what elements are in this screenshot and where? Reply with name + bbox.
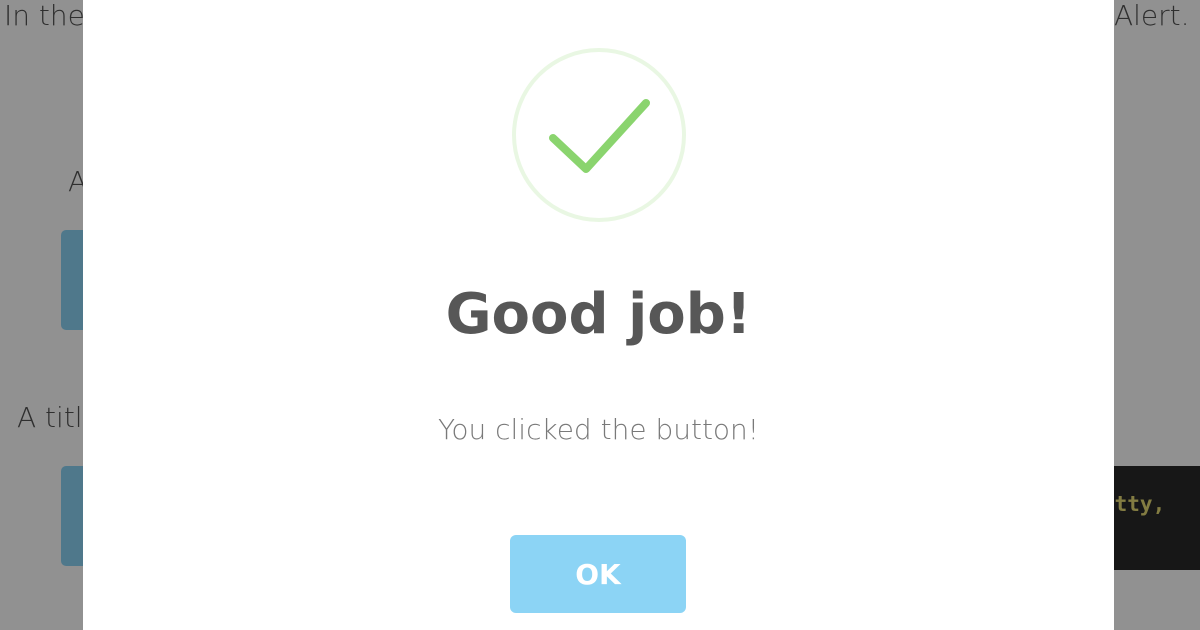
modal-message: You clicked the button! (437, 413, 760, 446)
page: In the Alert. A A title etty, Good job! … (0, 0, 1200, 630)
checkmark-success-icon (512, 48, 686, 222)
alert-modal: Good job! You clicked the button! OK (83, 0, 1114, 630)
ok-button[interactable]: OK (510, 535, 686, 613)
modal-title: Good job! (445, 282, 752, 347)
